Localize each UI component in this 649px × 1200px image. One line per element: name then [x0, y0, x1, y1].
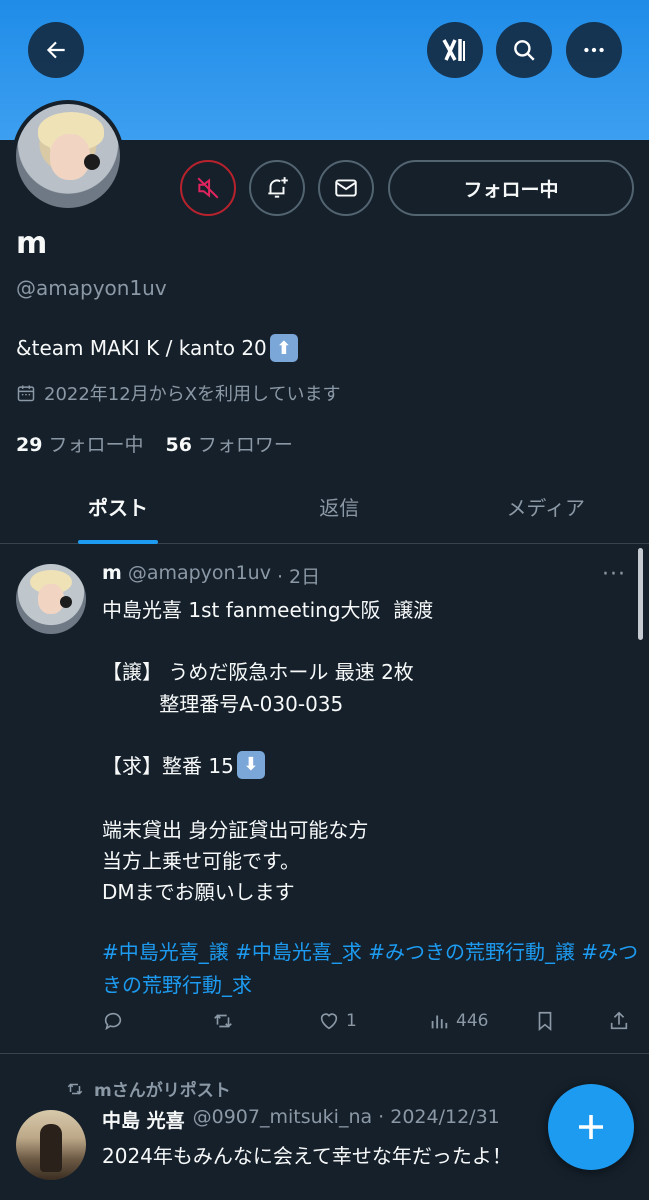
share-button[interactable]	[608, 1010, 630, 1032]
like-button[interactable]: 1	[318, 1010, 357, 1032]
tweet-line-3: 整理番号A-030-035	[102, 692, 344, 716]
tweet-line-1: 中島光喜 1st fanmeeting大阪 譲渡	[102, 598, 434, 622]
back-button[interactable]	[28, 22, 84, 78]
grok-button[interactable]	[427, 22, 483, 78]
share-icon	[610, 1011, 628, 1030]
tweet-avatar[interactable]	[16, 564, 86, 634]
reposted-author-name[interactable]: 中島 光喜	[102, 1106, 185, 1133]
following-button[interactable]: フォロー中	[388, 160, 634, 216]
follow-stats: 29 フォロー中 56 フォロワー	[16, 430, 293, 457]
reply-icon	[104, 1012, 122, 1031]
bell-plus-icon	[268, 177, 288, 198]
tweet-author-handle[interactable]: @amapyon1uv	[128, 562, 271, 589]
tweet-divider	[0, 1053, 649, 1054]
bookmark-button[interactable]	[534, 1010, 556, 1032]
joined-date: 2022年12月からXを利用しています	[16, 380, 341, 406]
following-label: フォロー中	[48, 434, 144, 456]
tweet-line-7: DMまでお願いします	[102, 880, 295, 904]
search-icon	[514, 40, 535, 61]
back-arrow-icon	[46, 41, 65, 59]
message-button[interactable]	[318, 160, 374, 216]
heart-icon	[320, 1013, 338, 1030]
followers-count: 56	[165, 434, 192, 456]
view-count: 446	[456, 1011, 489, 1031]
want-text: 【求】整番 15	[102, 754, 234, 778]
tweet-more-button[interactable]: ···	[602, 562, 626, 587]
tweet-line-2: 【譲】 うめだ阪急ホール 最速 2枚	[102, 660, 414, 684]
views-button[interactable]: 446	[428, 1010, 488, 1032]
reposted-tweet-avatar[interactable]	[16, 1110, 86, 1180]
plus-icon	[579, 1115, 603, 1139]
profile-handle: @amapyon1uv	[16, 276, 167, 300]
muted-speaker-icon	[197, 177, 219, 199]
followers-label: フォロワー	[197, 434, 293, 456]
calendar-icon	[17, 385, 35, 402]
tweet-time: · 2日	[276, 566, 321, 588]
reply-button[interactable]	[102, 1010, 124, 1032]
reposted-author-handle[interactable]: @0907_mitsuki_na · 2024/12/31	[193, 1106, 500, 1133]
search-button[interactable]	[496, 22, 552, 78]
following-count: 29	[16, 434, 43, 456]
notifications-button[interactable]	[249, 160, 305, 216]
tweet-hashtags[interactable]: #中島光喜_譲 #中島光喜_求 #みつきの荒野行動_譲 #みつきの荒野行動_求	[102, 936, 642, 1002]
up-arrow-emoji: ⬆	[269, 334, 298, 362]
compose-button[interactable]	[548, 1084, 634, 1170]
reposted-tweet-header: 中島 光喜 @0907_mitsuki_na · 2024/12/31	[102, 1106, 500, 1133]
repost-label[interactable]: mさんがリポスト	[94, 1076, 231, 1101]
bio-text: &team MAKI K / kanto 20	[16, 336, 267, 360]
tab-replies[interactable]: 返信	[236, 470, 443, 543]
tweet-header: m @amapyon1uv · 2日	[102, 562, 320, 589]
repost-indicator: mさんがリポスト	[66, 1076, 231, 1101]
following-link[interactable]: 29 フォロー中	[16, 430, 143, 457]
tab-media[interactable]: メディア	[443, 470, 649, 543]
tab-posts[interactable]: ポスト	[0, 470, 236, 544]
profile-avatar[interactable]	[12, 100, 124, 212]
tweet-author-name[interactable]: m	[102, 562, 122, 589]
scrollbar[interactable]	[638, 548, 643, 640]
more-dots-icon	[584, 47, 604, 53]
tweet-line-4: 【求】整番 15 ⬇	[102, 750, 265, 779]
repost-button[interactable]	[212, 1010, 234, 1032]
followers-link[interactable]: 56 フォロワー	[165, 430, 292, 457]
profile-name: m	[16, 226, 48, 261]
more-options-button[interactable]	[566, 22, 622, 78]
bookmark-icon	[538, 1011, 552, 1032]
unmute-button[interactable]	[180, 160, 236, 216]
envelope-icon	[335, 179, 357, 197]
tweet-actions: 1 446	[102, 1010, 632, 1038]
reposted-tweet-text: 2024年もみんなに会えて幸せな年だったよ！	[102, 1144, 512, 1168]
repost-small-icon	[67, 1082, 83, 1095]
tweet-line-5: 端末貸出 身分証貸出可能な方	[102, 818, 369, 842]
tweet-line-6: 当方上乗せ可能です。	[102, 849, 300, 873]
profile-tabs: ポスト 返信 メディア	[0, 470, 649, 544]
like-count: 1	[346, 1011, 357, 1031]
joined-text: 2022年12月からXを利用しています	[44, 384, 341, 405]
grok-icon	[442, 39, 465, 61]
profile-bio: &team MAKI K / kanto 20 ⬆	[16, 334, 298, 362]
down-arrow-emoji: ⬇	[236, 750, 265, 779]
repost-icon	[214, 1014, 232, 1028]
analytics-icon	[431, 1015, 448, 1029]
